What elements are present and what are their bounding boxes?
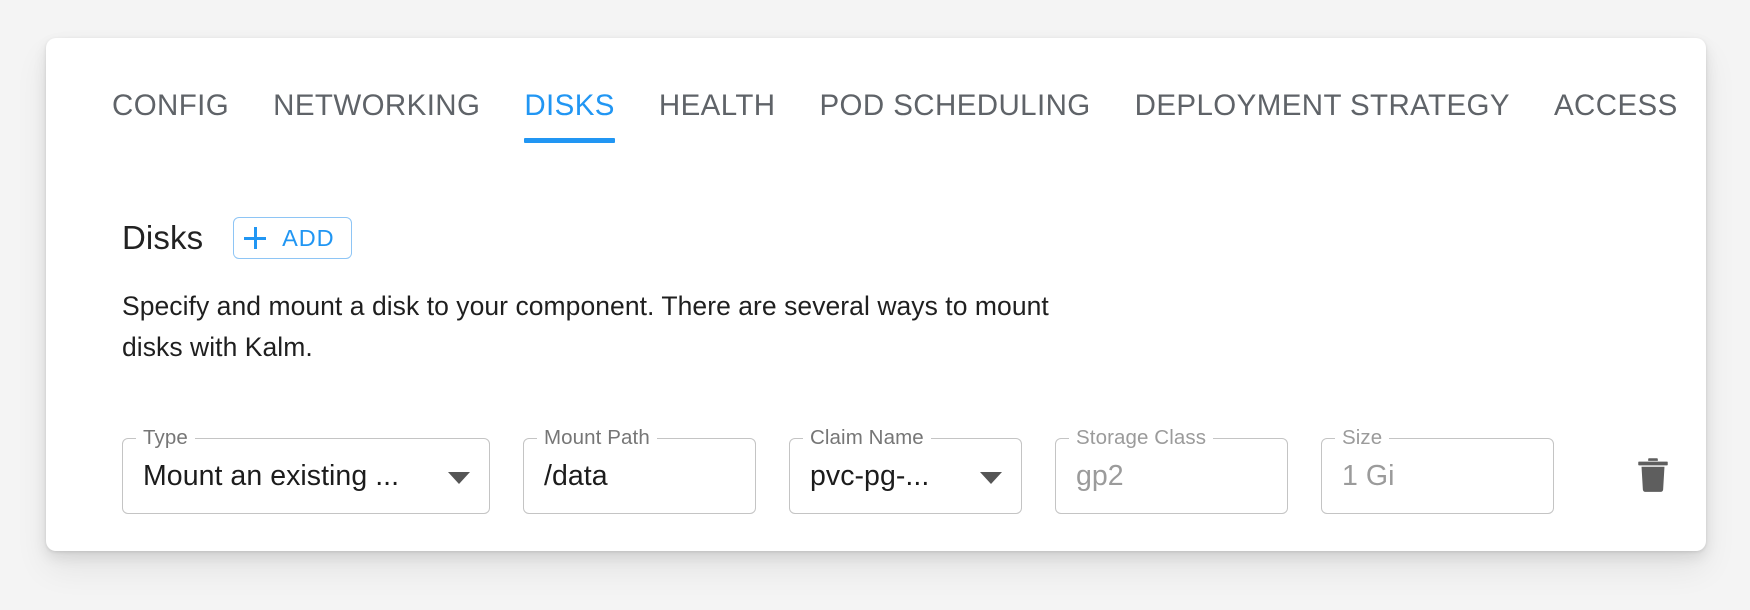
tab-config[interactable]: CONFIG [90,80,251,158]
add-disk-button[interactable]: ADD [233,217,352,259]
tab-label: POD SCHEDULING [819,89,1091,122]
tab-disks[interactable]: DISKS [502,80,637,158]
tab-pod-scheduling[interactable]: POD SCHEDULING [797,80,1112,158]
disks-section-header: Disks ADD [122,216,352,260]
disks-description: Specify and mount a disk to your compone… [122,291,1049,362]
tab-label: DISKS [524,89,615,122]
active-tab-indicator [524,138,615,143]
add-disk-label: ADD [282,224,335,251]
tab-networking[interactable]: NETWORKING [251,80,502,158]
tab-label: CONFIG [112,89,230,122]
size-input[interactable]: Size 1 Gi [1321,427,1554,514]
tab-deployment-strategy[interactable]: DEPLOYMENT STRATEGY [1113,80,1532,158]
tab-label: HEALTH [658,89,776,122]
chevron-down-icon [980,472,1002,484]
claim-name-value: pvc-pg-... [810,459,930,492]
disk-row: Type Mount an existing ... Mount Path /d… [122,427,1681,514]
settings-tab-bar: CONFIG NETWORKING DISKS HEALTH POD SCHED… [46,80,1706,158]
page-title: Disks [122,219,204,256]
component-settings-card: CONFIG NETWORKING DISKS HEALTH POD SCHED… [46,38,1706,551]
storage-class-value: gp2 [1076,459,1124,492]
chevron-down-icon [448,472,470,484]
mount-path-value: /data [544,459,608,492]
disk-type-select[interactable]: Type Mount an existing ... [122,427,490,514]
mount-path-input[interactable]: Mount Path /data [523,427,756,514]
disk-type-value: Mount an existing ... [143,459,400,492]
tab-access[interactable]: ACCESS [1532,80,1700,158]
tab-health[interactable]: HEALTH [637,80,798,158]
delete-disk-button[interactable] [1625,448,1681,504]
claim-name-select[interactable]: Claim Name pvc-pg-... [789,427,1022,514]
tab-label: ACCESS [1553,89,1678,122]
tab-label: NETWORKING [273,89,481,122]
trash-icon [1636,456,1670,497]
storage-class-input[interactable]: Storage Class gp2 [1055,427,1288,514]
plus-icon [244,227,267,249]
size-value: 1 Gi [1342,459,1395,492]
tab-label: DEPLOYMENT STRATEGY [1134,89,1510,122]
page-root: CONFIG NETWORKING DISKS HEALTH POD SCHED… [0,0,1750,610]
